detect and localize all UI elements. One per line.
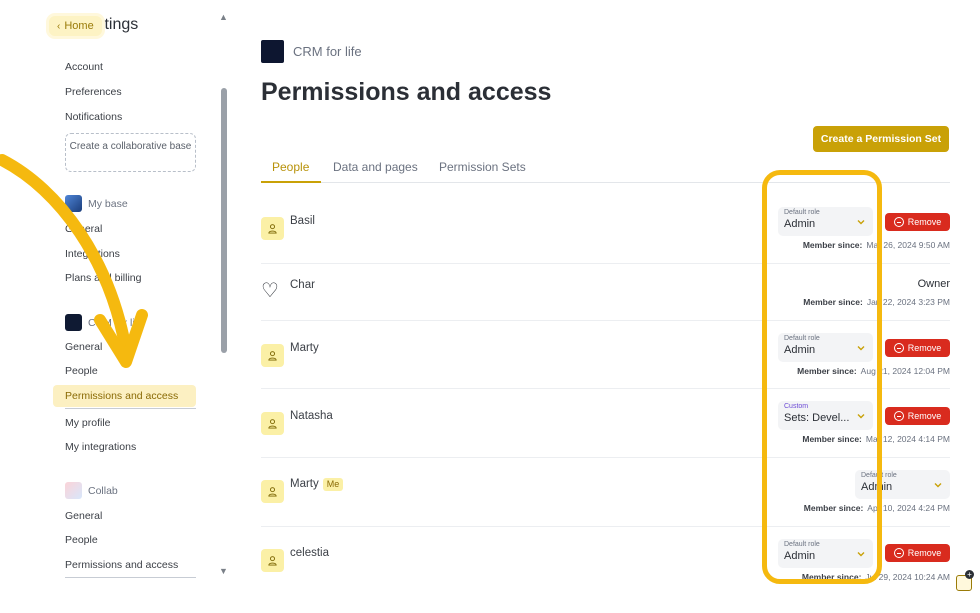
collab-avatar: [65, 482, 82, 499]
group-crm-for-life[interactable]: CRM for life: [65, 314, 143, 331]
remove-button[interactable]: Remove: [885, 339, 950, 357]
group-collab[interactable]: Collab: [65, 482, 118, 499]
sidebar-title: ttings: [100, 16, 139, 33]
owner-role: Owner: [917, 278, 950, 290]
user-name: Marty Me: [290, 478, 344, 491]
user-name: Marty: [290, 342, 319, 354]
scroll-down-arrow-icon[interactable]: ▼: [219, 566, 228, 576]
user-avatar-icon: [261, 217, 284, 240]
tab-people[interactable]: People: [272, 160, 309, 174]
scroll-up-arrow-icon[interactable]: ▲: [219, 12, 228, 22]
sidebar-item-collab-general[interactable]: General: [65, 510, 102, 522]
group-my-base-label: My base: [88, 197, 128, 210]
create-permission-set-button[interactable]: Create a Permission Set: [813, 126, 949, 152]
org-logo: [261, 40, 284, 63]
chevron-down-icon: [934, 483, 942, 488]
me-badge: Me: [322, 478, 344, 491]
user-avatar-icon: [261, 480, 284, 503]
group-crm-label: CRM for life: [88, 316, 144, 329]
org-header: CRM for life: [261, 40, 362, 63]
divider: [65, 408, 196, 409]
sidebar-item-account[interactable]: Account: [65, 61, 103, 73]
divider: [65, 577, 196, 578]
sidebar-item-mybase-general[interactable]: General: [65, 223, 102, 235]
chevron-left-icon: ‹: [57, 20, 61, 32]
user-name: Natasha: [290, 410, 333, 422]
tab-permission-sets[interactable]: Permission Sets: [439, 160, 526, 174]
notes-icon[interactable]: +: [956, 570, 974, 591]
create-collaborative-base-button[interactable]: Create a collaborative base: [65, 133, 196, 172]
crm-logo: [65, 314, 82, 331]
user-avatar-icon: [261, 549, 284, 572]
sidebar-item-crm-general[interactable]: General: [65, 341, 102, 353]
org-name: CRM for life: [293, 44, 362, 59]
settings-sidebar: ttings ‹ Home Account Preferences Notifi…: [0, 0, 232, 613]
annotation-highlight-box: [762, 170, 882, 584]
remove-button-label: Remove: [907, 343, 942, 353]
sidebar-item-mybase-plans[interactable]: Plans and billing: [65, 272, 141, 284]
sidebar-item-crm-people[interactable]: People: [65, 365, 98, 377]
sidebar-item-crm-permissions[interactable]: Permissions and access: [53, 385, 196, 407]
home-button-label: Home: [64, 20, 94, 32]
sidebar-scrollbar[interactable]: [221, 88, 227, 353]
user-avatar-icon: [261, 412, 284, 435]
sidebar-item-notifications[interactable]: Notifications: [65, 111, 122, 123]
remove-button[interactable]: Remove: [885, 544, 950, 562]
minus-circle-icon: [893, 548, 904, 558]
sidebar-item-mybase-integrations[interactable]: Integrations: [65, 248, 120, 260]
user-name-text: Marty: [290, 478, 319, 490]
remove-button[interactable]: Remove: [885, 213, 950, 231]
user-name: Char: [290, 279, 315, 291]
page-title: Permissions and access: [261, 78, 552, 106]
heart-avatar-icon: ♡: [261, 280, 279, 302]
minus-circle-icon: [893, 343, 904, 353]
remove-button[interactable]: Remove: [885, 407, 950, 425]
group-collab-label: Collab: [88, 484, 118, 497]
sidebar-item-my-integrations[interactable]: My integrations: [65, 441, 136, 453]
sidebar-item-collab-permissions[interactable]: Permissions and access: [65, 559, 178, 571]
tab-data-and-pages[interactable]: Data and pages: [333, 160, 418, 174]
home-button[interactable]: ‹ Home: [49, 16, 102, 36]
minus-circle-icon: [893, 411, 904, 421]
minus-circle-icon: [893, 217, 904, 227]
sidebar-item-preferences[interactable]: Preferences: [65, 86, 122, 98]
active-tab-indicator: [261, 181, 321, 183]
user-name: celestia: [290, 547, 329, 559]
user-name: Basil: [290, 215, 315, 227]
remove-button-label: Remove: [907, 217, 942, 227]
user-avatar-icon: [261, 344, 284, 367]
remove-button-label: Remove: [907, 548, 942, 558]
remove-button-label: Remove: [907, 411, 942, 421]
sidebar-item-collab-people[interactable]: People: [65, 534, 98, 546]
sidebar-item-my-profile[interactable]: My profile: [65, 417, 111, 429]
group-my-base[interactable]: My base: [65, 195, 128, 212]
plus-badge-icon: +: [965, 570, 974, 579]
my-base-avatar: [65, 195, 82, 212]
